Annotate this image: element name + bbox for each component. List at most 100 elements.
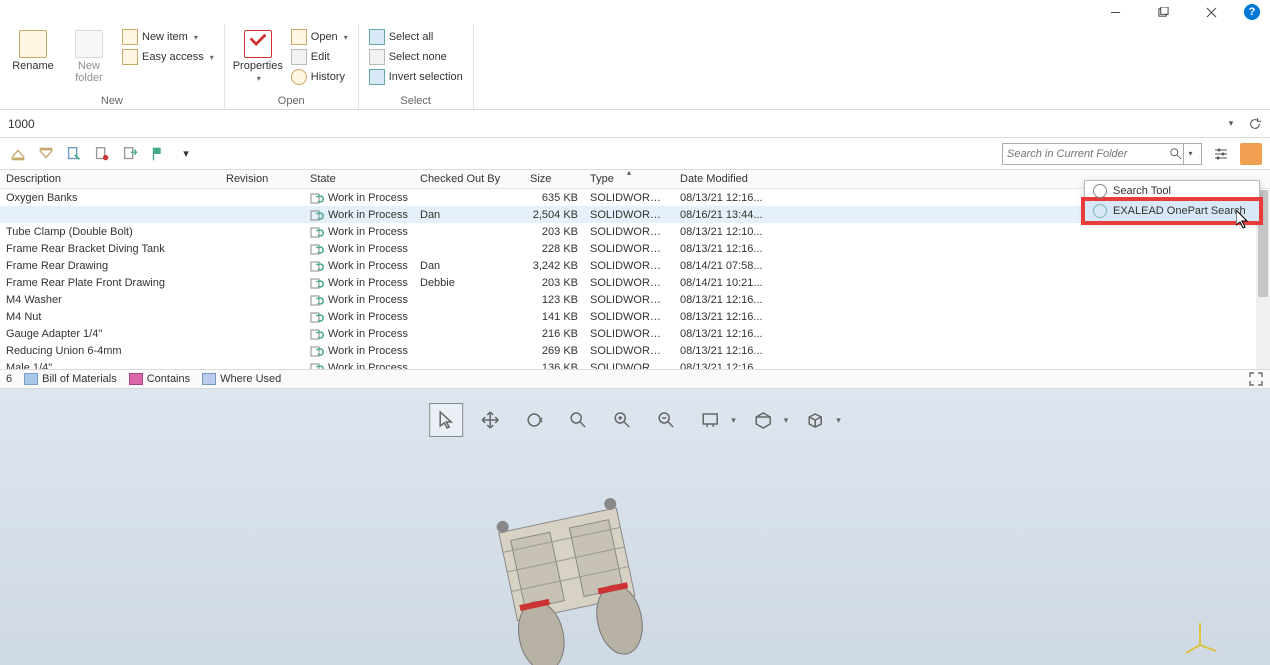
tab-contains[interactable]: Contains: [129, 373, 190, 385]
address-path[interactable]: 1000: [6, 117, 1216, 131]
edit-label: Edit: [311, 51, 330, 63]
select-none-button[interactable]: Select none: [367, 48, 465, 66]
workflow-icon: [310, 361, 324, 370]
cell-type: SOLIDWORKS ...: [584, 223, 674, 240]
table-row[interactable]: Frame Rear Bracket Diving TankWork in Pr…: [0, 240, 1270, 257]
new-item-button[interactable]: New item▾: [120, 28, 216, 46]
help-icon[interactable]: ?: [1244, 4, 1260, 20]
search-icon[interactable]: [1169, 147, 1183, 161]
zoom-out-tool[interactable]: [649, 403, 683, 437]
new-folder-button[interactable]: New folder: [64, 28, 114, 84]
display-mode-tool[interactable]: [693, 403, 727, 437]
view-cube-tool[interactable]: [798, 403, 832, 437]
exalead-onepart-menuitem[interactable]: EXALEAD OnePart Search: [1085, 201, 1259, 221]
minimize-button[interactable]: [1100, 2, 1130, 22]
address-dropdown-icon[interactable]: ▾: [1222, 115, 1240, 133]
preview-viewer[interactable]: ▾ ▾ ▾: [0, 389, 1270, 665]
workflow-icon: [310, 259, 324, 273]
cell-type: SOLIDWORKS ...: [584, 342, 674, 359]
col-revision[interactable]: Revision: [220, 170, 304, 189]
select-all-button[interactable]: Select all: [367, 28, 465, 46]
col-checked-out-by[interactable]: Checked Out By: [414, 170, 524, 189]
history-button[interactable]: History: [289, 68, 350, 86]
table-row[interactable]: Gauge Adapter 1/4"Work in Process216 KBS…: [0, 325, 1270, 342]
chevron-down-icon[interactable]: ▾: [784, 415, 789, 426]
section-tool[interactable]: [746, 403, 780, 437]
pan-tool[interactable]: [473, 403, 507, 437]
tab-where-used[interactable]: Where Used: [202, 373, 281, 385]
onepart-icon: [1093, 204, 1107, 218]
zoom-in-tool[interactable]: [605, 403, 639, 437]
cell-state: Work in Process: [304, 206, 414, 223]
search-input[interactable]: ▾: [1002, 143, 1202, 165]
get-latest-icon[interactable]: [8, 144, 28, 164]
open-button[interactable]: Open▾: [289, 28, 350, 46]
tab-bom[interactable]: Bill of Materials: [24, 373, 117, 385]
col-state[interactable]: State: [304, 170, 414, 189]
link-icon: [202, 373, 216, 385]
tab-preview[interactable]: 6: [6, 373, 12, 385]
cell-type: SOLIDWORKS ...: [584, 206, 674, 223]
rotate-tool[interactable]: [517, 403, 551, 437]
table-row[interactable]: Frame Rear Plate Front DrawingWork in Pr…: [0, 274, 1270, 291]
cell-description: Gauge Adapter 1/4": [0, 325, 220, 342]
workflow-icon: [310, 225, 324, 239]
cell-checked-out-by: Dan: [414, 257, 524, 274]
properties-button[interactable]: Properties ▾: [233, 28, 283, 83]
undo-checkout-icon[interactable]: [92, 144, 112, 164]
maximize-button[interactable]: [1148, 2, 1178, 22]
cell-description: Oxygen Banks: [0, 189, 220, 207]
exalead-label: EXALEAD OnePart Search: [1113, 205, 1246, 217]
col-type[interactable]: Type: [584, 170, 674, 189]
refresh-icon[interactable]: [1246, 115, 1264, 133]
search-field[interactable]: [1007, 148, 1169, 160]
table-row[interactable]: M4 NutWork in Process141 KBSOLIDWORKS ..…: [0, 308, 1270, 325]
cell-type: SOLIDWORKS ...: [584, 189, 674, 207]
properties-label: Properties: [233, 60, 283, 72]
chevron-down-icon: ▾: [344, 33, 348, 42]
search-options-icon[interactable]: [1210, 143, 1232, 165]
cell-checked-out-by: [414, 342, 524, 359]
address-bar[interactable]: 1000 ▾: [0, 110, 1270, 138]
invert-selection-button[interactable]: Invert selection: [367, 68, 465, 86]
chevron-down-icon[interactable]: ▾: [731, 415, 736, 426]
easy-access-button[interactable]: Easy access▾: [120, 48, 216, 66]
check-in-icon[interactable]: [64, 144, 84, 164]
zoom-fit-tool[interactable]: [561, 403, 595, 437]
filter-icon[interactable]: ▾: [176, 144, 196, 164]
cell-date: 08/16/21 13:44...: [674, 206, 794, 223]
cell-revision: [220, 240, 304, 257]
search-dropdown-icon[interactable]: ▾: [1183, 144, 1197, 164]
edit-button[interactable]: Edit: [289, 48, 350, 66]
chevron-down-icon[interactable]: ▾: [836, 415, 841, 426]
col-description[interactable]: Description: [0, 170, 220, 189]
table-icon: [24, 373, 38, 385]
flag-icon[interactable]: [148, 144, 168, 164]
expand-icon[interactable]: [1248, 371, 1264, 387]
table-row[interactable]: Male 1/4"Work in Process136 KBSOLIDWORKS…: [0, 359, 1270, 369]
table-row[interactable]: Tube Clamp (Double Bolt)Work in Process2…: [0, 223, 1270, 240]
rename-label: Rename: [12, 60, 54, 72]
select-none-label: Select none: [389, 51, 447, 63]
col-size[interactable]: Size: [524, 170, 584, 189]
table-row[interactable]: M4 WasherWork in Process123 KBSOLIDWORKS…: [0, 291, 1270, 308]
search-tool-menuitem[interactable]: Search Tool: [1085, 181, 1259, 201]
table-row[interactable]: Oxygen BanksWork in Process635 KBSOLIDWO…: [0, 189, 1270, 207]
workflow-icon: [310, 344, 324, 358]
table-row[interactable]: Reducing Union 6-4mmWork in Process269 K…: [0, 342, 1270, 359]
rename-button[interactable]: Rename: [8, 28, 58, 72]
cell-checked-out-by: [414, 291, 524, 308]
workflow-icon: [310, 293, 324, 307]
invert-selection-label: Invert selection: [389, 71, 463, 83]
col-date-modified[interactable]: Date Modified: [674, 170, 794, 189]
change-state-icon[interactable]: [120, 144, 140, 164]
table-row[interactable]: Frame Rear DrawingWork in ProcessDan3,24…: [0, 257, 1270, 274]
check-out-icon[interactable]: [36, 144, 56, 164]
select-tool[interactable]: [429, 403, 463, 437]
user-avatar[interactable]: [1240, 143, 1262, 165]
cell-date: 08/13/21 12:16...: [674, 240, 794, 257]
file-list: Description Revision State Checked Out B…: [0, 170, 1270, 369]
cell-state: Work in Process: [304, 342, 414, 359]
table-row[interactable]: Work in ProcessDan2,504 KBSOLIDWORKS ...…: [0, 206, 1270, 223]
close-button[interactable]: [1196, 2, 1226, 22]
